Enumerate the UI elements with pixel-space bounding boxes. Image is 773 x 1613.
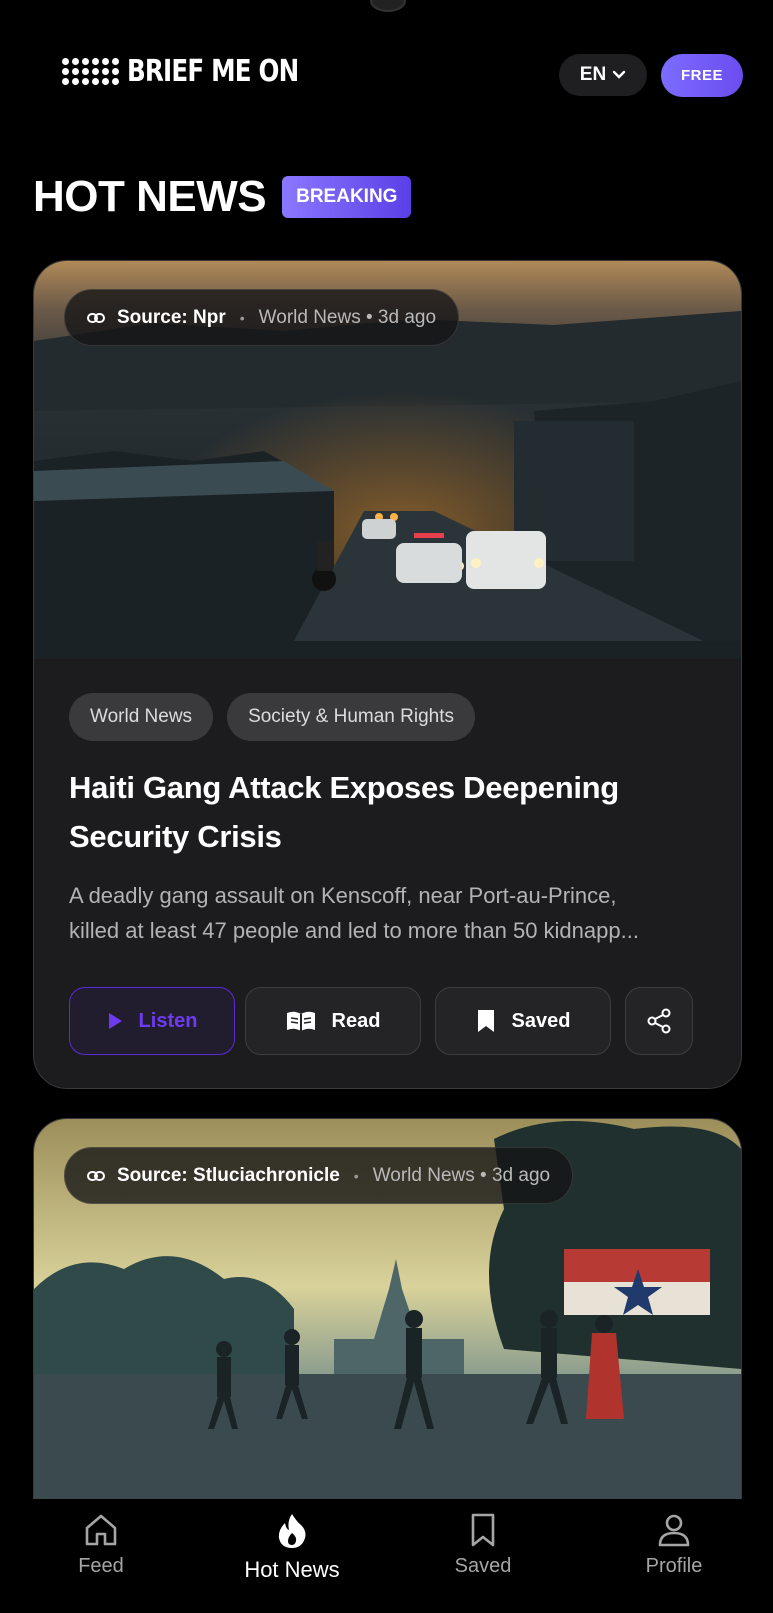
flame-icon <box>278 1514 306 1548</box>
logo-text: BRIEF ME ON <box>127 54 299 89</box>
share-button[interactable] <box>625 987 693 1055</box>
play-icon <box>108 1013 122 1029</box>
top-header: BRIEF ME ON EN FREE <box>0 0 773 150</box>
nav-label: Profile <box>645 1555 703 1577</box>
nav-item-hot-news[interactable]: Hot News <box>217 1513 367 1583</box>
bottom-navigation: Feed Hot News Saved Profile <box>0 1499 773 1613</box>
separator-dot: • <box>239 309 245 326</box>
source-name: Source: Stluciachronicle <box>117 1164 340 1186</box>
chevron-down-icon <box>613 70 626 79</box>
summary-line: killed at least 47 people and led to mor… <box>69 918 639 943</box>
tag-list: World News Society & Human Rights <box>69 693 489 741</box>
breaking-badge: BREAKING <box>282 176 412 218</box>
article-headline[interactable]: Haiti Gang Attack Exposes Deepening Secu… <box>69 763 709 861</box>
language-label: EN <box>579 64 607 85</box>
page-title-row: HOT NEWS BREAKING <box>33 172 412 222</box>
source-name: Source: Npr <box>117 306 226 328</box>
logo-mark-icon <box>62 58 119 85</box>
source-pill[interactable]: Source: Npr • World News • 3d ago <box>64 289 460 346</box>
link-icon <box>87 1170 105 1181</box>
tag-chip[interactable]: World News <box>69 693 214 741</box>
nav-label: Feed <box>78 1555 124 1577</box>
summary-line: A deadly gang assault on Kenscoff, near … <box>69 883 617 908</box>
saved-button[interactable]: Saved <box>435 987 611 1055</box>
nav-item-feed[interactable]: Feed <box>26 1513 176 1578</box>
article-summary: A deadly gang assault on Kenscoff, near … <box>69 878 709 948</box>
link-icon <box>87 312 105 323</box>
page-title: HOT NEWS <box>33 172 267 221</box>
listen-label: Listen <box>138 1009 198 1032</box>
profile-icon <box>658 1514 690 1547</box>
article-meta: World News • 3d ago <box>258 306 437 328</box>
article-image: Source: Npr • World News • 3d ago <box>34 261 741 659</box>
saved-label: Saved <box>511 1009 571 1032</box>
listen-button[interactable]: Listen <box>69 987 235 1055</box>
brand-logo[interactable]: BRIEF ME ON <box>62 54 336 89</box>
bookmark-icon <box>471 1513 495 1547</box>
article-meta: World News • 3d ago <box>372 1164 551 1186</box>
nav-label: Saved <box>454 1555 512 1577</box>
plan-badge[interactable]: FREE <box>661 54 743 97</box>
tag-chip[interactable]: Society & Human Rights <box>227 693 475 741</box>
read-label: Read <box>331 1009 381 1032</box>
read-button[interactable]: Read <box>245 987 421 1055</box>
bookmark-icon <box>477 1010 494 1032</box>
nav-item-profile[interactable]: Profile <box>599 1513 749 1578</box>
nav-item-saved[interactable]: Saved <box>408 1513 558 1578</box>
share-icon <box>647 1008 671 1034</box>
nav-label: Hot News <box>244 1557 340 1582</box>
separator-dot: • <box>353 1167 359 1184</box>
article-card[interactable]: Source: Npr • World News • 3d ago World … <box>33 260 742 1089</box>
home-icon <box>85 1514 117 1546</box>
source-pill[interactable]: Source: Stluciachronicle • World News • … <box>64 1147 574 1204</box>
book-open-icon <box>286 1011 315 1031</box>
language-selector[interactable]: EN <box>559 54 647 96</box>
